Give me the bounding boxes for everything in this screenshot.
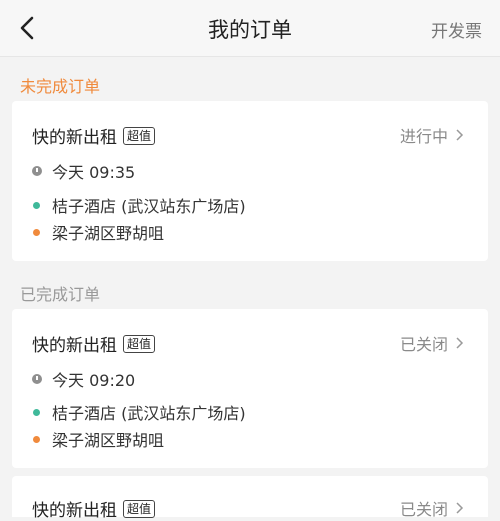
invoice-button[interactable]: 开发票 — [431, 17, 482, 42]
section-title-completed: 已完成订单 — [20, 285, 101, 304]
company-name: 快的新出租 — [32, 336, 117, 356]
value-badge: 超值 — [123, 126, 156, 145]
status-label: 进行中 — [399, 127, 448, 146]
destination-address: 梁子湖区野胡咀 — [52, 431, 165, 450]
origin-dot-icon — [33, 201, 40, 209]
chevron-right-icon — [456, 129, 464, 141]
destination-address: 梁子湖区野胡咀 — [52, 224, 165, 243]
clock-icon — [32, 166, 42, 176]
order-status[interactable]: 已关闭 — [400, 331, 464, 355]
order-card[interactable]: 快的新出租 超值 已关闭 — [12, 476, 488, 521]
order-time: 今天 09:20 — [52, 371, 136, 390]
value-badge: 超值 — [123, 499, 156, 518]
status-label: 已关闭 — [399, 500, 448, 519]
order-time: 今天 09:35 — [52, 163, 136, 182]
destination-dot-icon — [33, 435, 40, 443]
company-name: 快的新出租 — [32, 128, 117, 148]
section-title-pending: 未完成订单 — [20, 77, 101, 96]
nav-bar: 我的订单 开发票 — [0, 0, 500, 57]
order-status[interactable]: 进行中 — [400, 123, 464, 147]
clock-icon — [32, 374, 42, 384]
chevron-right-icon — [456, 337, 464, 349]
value-badge: 超值 — [123, 334, 156, 353]
company-name: 快的新出租 — [32, 501, 117, 521]
status-label: 已关闭 — [399, 335, 448, 354]
order-status[interactable]: 已关闭 — [400, 496, 464, 520]
origin-address: 桔子酒店 (武汉站东广场店) — [52, 197, 246, 216]
destination-dot-icon — [33, 228, 40, 236]
origin-address: 桔子酒店 (武汉站东广场店) — [52, 404, 246, 423]
order-card[interactable]: 快的新出租 超值 已关闭 今天 09:20 桔子酒店 (武汉站东广场店) 梁子湖… — [12, 309, 488, 468]
chevron-right-icon — [456, 502, 464, 514]
page-title: 我的订单 — [208, 18, 292, 42]
order-card[interactable]: 快的新出租 超值 进行中 今天 09:35 桔子酒店 (武汉站东广场店) 梁子湖… — [12, 101, 488, 261]
origin-dot-icon — [33, 408, 40, 416]
